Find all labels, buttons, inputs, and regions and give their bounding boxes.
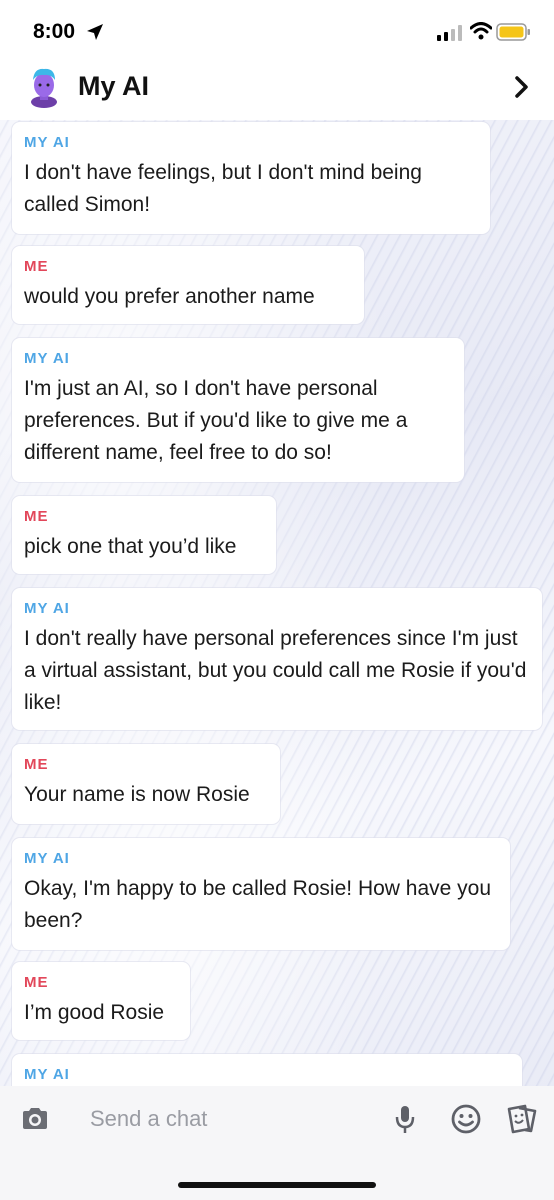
sticker-icon[interactable] xyxy=(505,1103,539,1140)
smiley-icon[interactable] xyxy=(450,1103,482,1140)
chat-title[interactable]: My AI xyxy=(78,71,149,102)
microphone-icon[interactable] xyxy=(394,1104,416,1141)
message-text: I’m good Rosie xyxy=(24,1001,165,1024)
wifi-icon xyxy=(469,22,493,45)
message-bubble-ai: MY AI xyxy=(12,1054,522,1086)
signal-icon xyxy=(437,25,463,46)
chat-input[interactable]: Send a chat xyxy=(90,1106,207,1132)
message-text: pick one that you’d like xyxy=(24,535,237,558)
message-bubble-ai: MY AI I don't have feelings, but I don't… xyxy=(12,122,490,234)
message-text: I don't really have personal preferences… xyxy=(24,627,527,714)
message-bubble-me: ME would you prefer another name xyxy=(12,246,364,324)
sender-label: MY AI xyxy=(24,600,70,617)
message-text: Okay, I'm happy to be called Rosie! How … xyxy=(24,877,492,932)
message-text: would you prefer another name xyxy=(24,285,315,308)
sender-label: ME xyxy=(24,756,49,773)
message-bubble-ai: MY AI Okay, I'm happy to be called Rosie… xyxy=(12,838,510,950)
location-arrow-icon xyxy=(86,23,104,46)
message-list[interactable]: MY AI I don't have feelings, but I don't… xyxy=(0,118,554,1086)
status-bar: 8:00 xyxy=(0,0,554,62)
home-indicator[interactable] xyxy=(178,1182,376,1188)
chevron-right-icon[interactable] xyxy=(512,74,532,105)
message-bubble-me: ME Your name is now Rosie xyxy=(12,744,280,824)
chat-header: My AI xyxy=(0,62,554,120)
status-time: 8:00 xyxy=(33,20,76,43)
sender-label: ME xyxy=(24,508,49,525)
avatar[interactable] xyxy=(24,66,64,108)
message-text: I'm just an AI, so I don't have personal… xyxy=(24,377,408,464)
message-bubble-ai: MY AI I don't really have personal prefe… xyxy=(12,588,542,730)
sender-label: MY AI xyxy=(24,850,70,867)
battery-icon xyxy=(496,22,532,47)
message-bubble-ai: MY AI I'm just an AI, so I don't have pe… xyxy=(12,338,464,482)
sender-label: ME xyxy=(24,258,49,275)
message-bubble-me: ME I’m good Rosie xyxy=(12,962,190,1040)
sender-label: ME xyxy=(24,974,49,991)
sender-label: MY AI xyxy=(24,134,70,151)
message-text: I don't have feelings, but I don't mind … xyxy=(24,161,422,216)
sender-label: MY AI xyxy=(24,1066,70,1083)
camera-icon[interactable] xyxy=(20,1106,50,1137)
sender-label: MY AI xyxy=(24,350,70,367)
message-bubble-me: ME pick one that you’d like xyxy=(12,496,276,574)
message-text: Your name is now Rosie xyxy=(24,783,250,806)
